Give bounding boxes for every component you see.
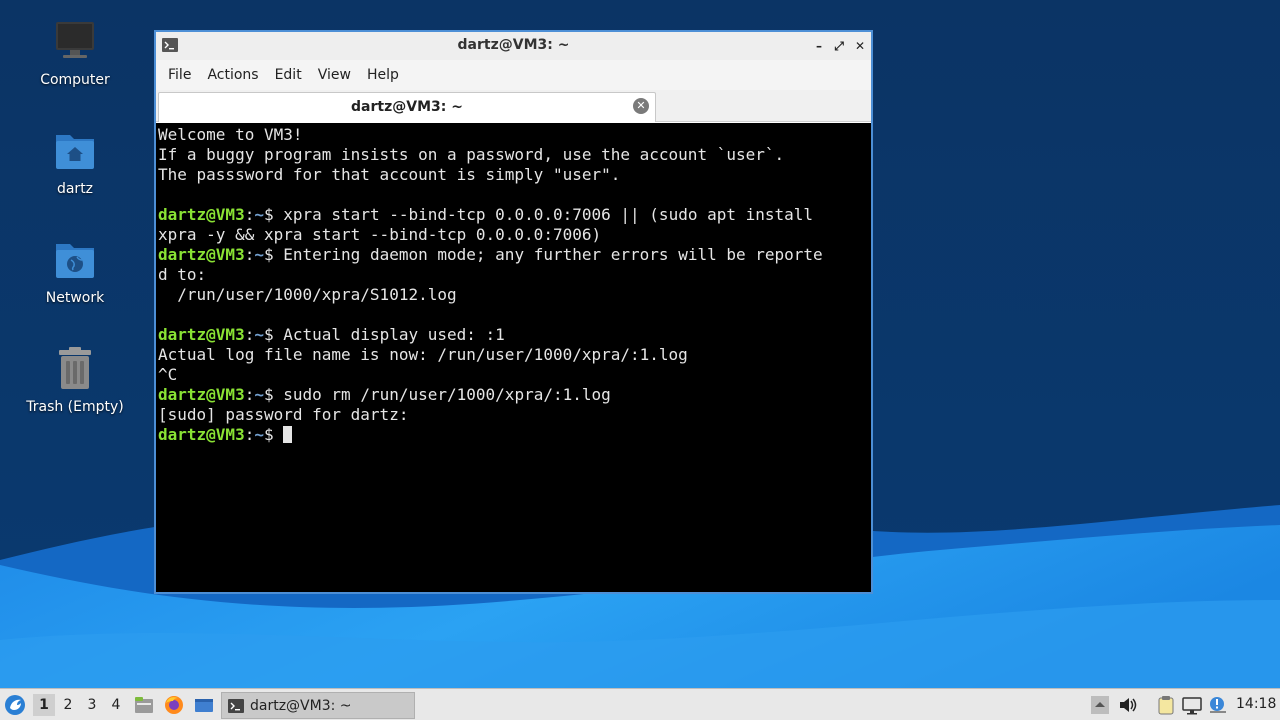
prompt-end: $ <box>263 385 284 404</box>
desktop-icon-label: Trash (Empty) <box>26 399 124 415</box>
prompt-user: dartz@VM3 <box>158 425 245 444</box>
terminal-line-text: /run/user/1000/xpra/S1012.log <box>158 285 457 304</box>
menu-file[interactable]: File <box>160 67 199 83</box>
terminal-line: dartz@VM3:~$ Entering daemon mode; any f… <box>158 245 871 265</box>
start-menu-icon[interactable] <box>4 694 26 716</box>
terminal-line: dartz@VM3:~$ Actual display used: :1 <box>158 325 871 345</box>
network-folder-icon <box>56 244 94 278</box>
workspace-4[interactable]: 4 <box>105 694 127 716</box>
terminal-cursor <box>283 426 293 443</box>
firefox-icon[interactable] <box>164 695 184 715</box>
prompt-user: dartz@VM3 <box>158 205 245 224</box>
terminal-line-text: [sudo] password for dartz: <box>158 405 409 424</box>
terminal-line: ^C <box>158 365 871 385</box>
minimize-button[interactable]: – <box>811 38 827 54</box>
taskbar: 1 2 3 4 dartz@VM3: ~ 14:18 <box>0 688 1280 720</box>
prompt-end: $ <box>263 325 284 344</box>
up-arrow-icon[interactable] <box>1090 695 1110 715</box>
prompt-user: dartz@VM3 <box>158 245 245 264</box>
terminal-line-text: Entering daemon mode; any further errors… <box>283 245 823 264</box>
terminal-task-icon <box>228 698 244 713</box>
prompt-end: $ <box>263 205 284 224</box>
terminal-line-text: xpra -y && xpra start --bind-tcp 0.0.0.0… <box>158 225 602 244</box>
prompt-separator: : <box>244 425 255 444</box>
menu-view[interactable]: View <box>310 67 359 83</box>
clipboard-icon[interactable] <box>1156 695 1176 715</box>
desktop-icon-computer[interactable]: Computer <box>10 20 140 88</box>
terminal-line: Actual log file name is now: /run/user/1… <box>158 345 871 365</box>
terminal-line: xpra -y && xpra start --bind-tcp 0.0.0.0… <box>158 225 871 245</box>
terminal-line: d to: <box>158 265 871 285</box>
terminal-line-text: ^C <box>158 365 178 384</box>
menu-help[interactable]: Help <box>359 67 407 83</box>
clock: 14:18 <box>1236 696 1277 712</box>
workspace-2[interactable]: 2 <box>57 694 79 716</box>
terminal-line: Welcome to VM3! <box>158 125 871 145</box>
task-label: dartz@VM3: ~ <box>250 697 352 714</box>
desktop-icon-label: Network <box>45 290 105 306</box>
tab-bar: dartz@VM3: ~ ✕ <box>156 90 871 122</box>
terminal-line-text: Welcome to VM3! <box>158 125 303 144</box>
desktop-icon-trash[interactable]: Trash (Empty) <box>10 347 140 415</box>
prompt-separator: : <box>244 385 255 404</box>
home-folder-icon <box>56 135 94 169</box>
computer-icon <box>56 22 94 58</box>
prompt-separator: : <box>244 245 255 264</box>
prompt-separator: : <box>244 325 255 344</box>
prompt-dir: ~ <box>254 385 264 404</box>
workspace-3[interactable]: 3 <box>81 694 103 716</box>
desktop-icon-home-folder[interactable]: dartz <box>10 129 140 197</box>
terminal-line: [sudo] password for dartz: <box>158 405 871 425</box>
terminal-line-text: sudo rm /run/user/1000/xpra/:1.log <box>283 385 611 404</box>
terminal-window[interactable]: dartz@VM3: ~ – ⤢ ✕ File Actions Edit Vie… <box>154 30 873 594</box>
menu-edit[interactable]: Edit <box>267 67 310 83</box>
prompt-dir: ~ <box>254 325 264 344</box>
tab-close-icon[interactable]: ✕ <box>633 98 649 114</box>
desktop-icon-label: dartz <box>56 181 94 197</box>
terminal-line: /run/user/1000/xpra/S1012.log <box>158 285 871 305</box>
prompt-end: $ <box>263 425 284 444</box>
terminal-line-text: xpra start --bind-tcp 0.0.0.0:7006 || (s… <box>283 205 814 224</box>
terminal-line-text: The passsword for that account is simply… <box>158 165 621 184</box>
workspace-1[interactable]: 1 <box>33 694 55 716</box>
prompt-separator: : <box>244 205 255 224</box>
terminal-line: dartz@VM3:~$ xpra start --bind-tcp 0.0.0… <box>158 205 871 225</box>
menu-bar: File Actions Edit View Help <box>156 60 871 90</box>
terminal-line: The passsword for that account is simply… <box>158 165 871 185</box>
terminal-line-text: If a buggy program insists on a password… <box>158 145 785 164</box>
window-titlebar[interactable]: dartz@VM3: ~ – ⤢ ✕ <box>156 32 871 60</box>
desktop-icon-label: Computer <box>40 72 110 88</box>
desktop-icon-network[interactable]: Network <box>10 238 140 306</box>
prompt-user: dartz@VM3 <box>158 385 245 404</box>
terminal-line-text: d to: <box>158 265 207 284</box>
menu-actions[interactable]: Actions <box>199 67 266 83</box>
update-notifier-icon[interactable] <box>1208 695 1228 715</box>
maximize-button[interactable]: ⤢ <box>831 38 847 54</box>
prompt-user: dartz@VM3 <box>158 325 245 344</box>
prompt-dir: ~ <box>254 245 264 264</box>
terminal-output[interactable]: Welcome to VM3! If a buggy program insist… <box>156 123 871 592</box>
terminal-line-text: Actual display used: :1 <box>283 325 505 344</box>
prompt-dir: ~ <box>254 425 264 444</box>
trash-icon <box>59 347 91 389</box>
file-manager-icon[interactable] <box>134 695 154 715</box>
terminal-line: If a buggy program insists on a password… <box>158 145 871 165</box>
terminal-line: dartz@VM3:~$ sudo rm /run/user/1000/xpra… <box>158 385 871 405</box>
terminal-line: dartz@VM3:~$ <box>158 425 871 445</box>
tab-label: dartz@VM3: ~ <box>351 99 463 115</box>
prompt-end: $ <box>263 245 284 264</box>
terminal-tab[interactable]: dartz@VM3: ~ ✕ <box>158 92 656 122</box>
volume-icon[interactable] <box>1118 695 1138 715</box>
window-title: dartz@VM3: ~ <box>457 37 570 53</box>
prompt-dir: ~ <box>254 205 264 224</box>
network-icon[interactable] <box>1182 695 1202 715</box>
terminal-line-text: Actual log file name is now: /run/user/1… <box>158 345 688 364</box>
close-button[interactable]: ✕ <box>852 38 868 54</box>
taskbar-window-button[interactable]: dartz@VM3: ~ <box>221 692 415 719</box>
show-desktop-icon[interactable] <box>194 695 214 715</box>
